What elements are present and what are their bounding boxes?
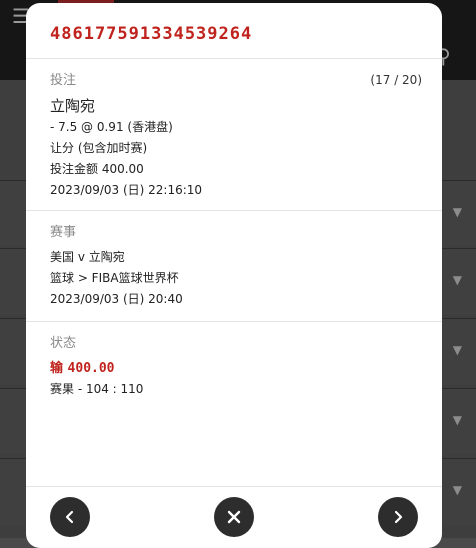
bet-counter: (17 / 20) (370, 73, 422, 87)
previous-button[interactable] (50, 497, 90, 537)
event-match: 美国 v 立陶宛 (50, 250, 125, 264)
bet-stake: 投注金额 400.00 (50, 162, 144, 176)
chevron-down-icon: ▼ (452, 413, 462, 427)
ticket-id: 486177591334539264 (50, 24, 253, 44)
chevron-left-icon (65, 510, 74, 524)
bet-section-label: 投注 (50, 73, 77, 88)
chevron-down-icon: ▼ (452, 483, 462, 497)
divider (26, 210, 442, 211)
next-button[interactable] (378, 497, 418, 537)
status-section: 状态 输 400.00 赛果 - 104 : 110 (50, 336, 422, 400)
close-icon (227, 510, 241, 524)
bet-section: 投注 (17 / 20) 立陶宛 - 7.5 @ 0.91 (香港盘) 让分 (… (50, 73, 422, 201)
status-result: 输 400.00 (50, 358, 422, 379)
chevron-right-icon (394, 510, 403, 524)
close-button[interactable] (214, 497, 254, 537)
footer-divider (26, 486, 442, 487)
chevron-down-icon: ▼ (452, 205, 462, 219)
event-start-time: 2023/09/03 (日) 20:40 (50, 292, 183, 306)
chevron-down-icon: ▼ (452, 343, 462, 357)
bet-odds-line: - 7.5 @ 0.91 (香港盘) (50, 120, 173, 134)
divider (26, 58, 442, 59)
bet-placed-time: 2023/09/03 (日) 22:16:10 (50, 183, 203, 197)
event-league: 篮球 > FIBA篮球世界杯 (50, 271, 179, 285)
event-section: 赛事 美国 v 立陶宛 篮球 > FIBA篮球世界杯 2023/09/03 (日… (50, 225, 422, 310)
status-score: 赛果 - 104 : 110 (50, 382, 144, 396)
bet-detail-modal: 486177591334539264 投注 (17 / 20) 立陶宛 - 7.… (26, 3, 442, 548)
status-section-label: 状态 (50, 336, 77, 351)
status-result-amount: 400.00 (67, 361, 115, 376)
divider (26, 321, 442, 322)
chevron-down-icon: ▼ (452, 273, 462, 287)
bet-market: 让分 (包含加时赛) (50, 141, 148, 155)
status-result-word: 输 (50, 361, 64, 376)
bet-selection: 立陶宛 (50, 97, 96, 115)
event-section-label: 赛事 (50, 225, 77, 240)
